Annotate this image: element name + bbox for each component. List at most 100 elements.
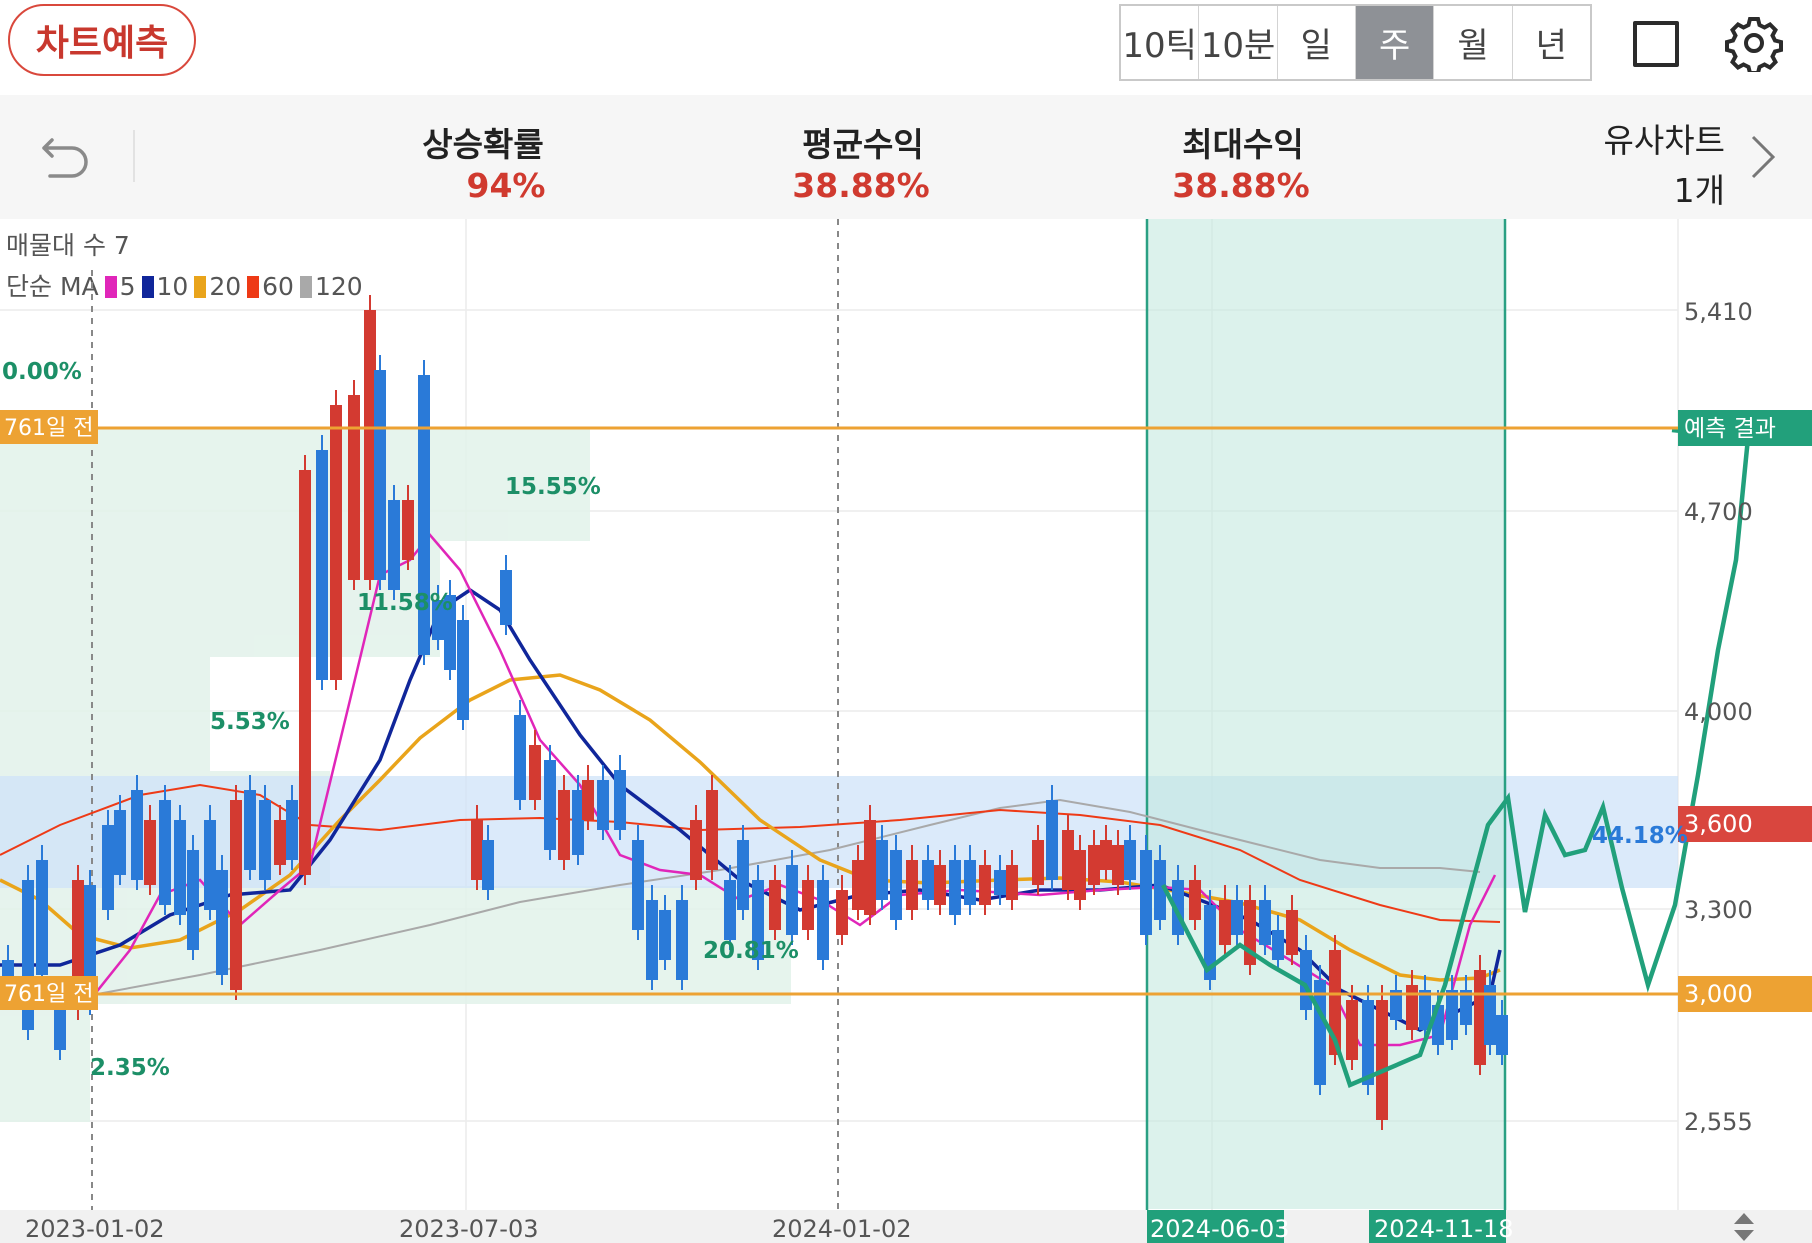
candle <box>1032 840 1044 885</box>
candle <box>676 900 688 980</box>
candle <box>1259 900 1271 945</box>
candle <box>1346 1000 1358 1060</box>
candle <box>1231 900 1243 935</box>
volume-pct: 2.35% <box>90 1055 170 1081</box>
candle <box>1046 800 1058 880</box>
y-tick: 5,410 <box>1684 298 1753 326</box>
average-return-label: 평균수익 <box>802 125 924 164</box>
support-price-label: 3,000 <box>1684 980 1753 1008</box>
candle <box>706 790 718 870</box>
volume-pct: 20.81% <box>703 938 799 964</box>
volume-pct: 11.58% <box>357 590 453 616</box>
candle <box>174 820 186 915</box>
candle <box>934 865 946 905</box>
highlight-end-date: 2024-11-18 <box>1374 1215 1513 1243</box>
price-chart[interactable]: 5,410 4,700 4,000 3,300 2,555 예측 결과 3,60… <box>0 219 1812 1243</box>
candle <box>737 840 749 910</box>
candle <box>1140 850 1152 935</box>
max-return-label: 최대수익 <box>1182 125 1304 164</box>
candle <box>114 810 126 875</box>
similar-chart-label[interactable]: 유사차트 <box>1580 114 1725 162</box>
current-price-label: 3,600 <box>1684 810 1753 838</box>
candle <box>529 745 541 800</box>
match-pct: 44.18% <box>1592 823 1688 849</box>
candle <box>1006 865 1018 900</box>
candle <box>786 865 798 935</box>
candle <box>1446 990 1458 1040</box>
candle <box>1300 950 1312 1010</box>
x-tick: 2023-01-02 <box>25 1215 164 1243</box>
candle <box>836 890 848 935</box>
candle <box>876 840 888 900</box>
rise-probability-label: 상승확률 <box>422 125 544 164</box>
candle <box>402 500 414 560</box>
chevron-right-icon[interactable] <box>1748 132 1778 182</box>
candle <box>1219 900 1231 945</box>
candle <box>1272 930 1284 960</box>
tab-day[interactable]: 일 <box>1278 6 1356 79</box>
candle <box>1189 880 1201 920</box>
similar-chart-count[interactable]: 1개 <box>1600 164 1725 212</box>
candle <box>159 800 171 905</box>
candle <box>244 790 256 870</box>
candle <box>1062 830 1074 890</box>
candle <box>500 570 512 625</box>
candle <box>482 840 494 890</box>
candle <box>187 850 199 950</box>
candle <box>374 370 386 580</box>
fullscreen-icon[interactable] <box>1633 21 1679 67</box>
candle <box>1286 910 1298 955</box>
tab-10min[interactable]: 10분 <box>1199 6 1278 79</box>
candle <box>614 770 626 830</box>
candle <box>330 405 342 680</box>
candle <box>1362 1000 1374 1085</box>
candle <box>348 395 360 580</box>
candle <box>659 910 671 960</box>
rise-probability-value: 94% <box>466 166 546 205</box>
candle <box>514 715 526 800</box>
period-tabs: 10틱 10분 일 주 월 년 <box>1119 4 1592 81</box>
candle <box>1100 840 1112 870</box>
candle <box>1376 1000 1388 1120</box>
candle <box>994 870 1006 895</box>
candle <box>1088 845 1100 885</box>
back-icon[interactable] <box>38 126 94 182</box>
candle <box>316 450 328 680</box>
gear-icon[interactable] <box>1725 14 1783 72</box>
candle <box>964 860 976 905</box>
chart-predict-button[interactable]: 차트예측 <box>8 4 196 76</box>
tab-month[interactable]: 월 <box>1434 6 1513 79</box>
y-tick: 2,555 <box>1684 1108 1753 1136</box>
day-label: 761일 전 <box>4 982 93 1007</box>
candle <box>204 820 216 910</box>
candle <box>544 760 556 850</box>
divider <box>133 130 135 182</box>
candle <box>1074 850 1086 900</box>
tab-week[interactable]: 주 <box>1355 6 1435 79</box>
volume-pct: 0.00% <box>2 359 82 385</box>
tab-year[interactable]: 년 <box>1513 6 1590 79</box>
candle <box>1496 1015 1508 1055</box>
y-tick: 4,000 <box>1684 698 1753 726</box>
y-tick: 4,700 <box>1684 498 1753 526</box>
candle <box>597 780 609 830</box>
candle <box>802 880 814 930</box>
candle <box>632 840 644 930</box>
candle <box>286 800 298 860</box>
candle <box>922 860 934 900</box>
candle <box>388 500 400 590</box>
candle <box>690 820 702 880</box>
average-return-value: 38.88% <box>792 166 930 205</box>
max-return-value: 38.88% <box>1172 166 1310 205</box>
candle <box>817 880 829 960</box>
candle <box>646 900 658 980</box>
candle <box>299 470 311 875</box>
candle <box>274 820 286 865</box>
y-tick: 3,300 <box>1684 896 1753 924</box>
tab-10tick[interactable]: 10틱 <box>1121 6 1200 79</box>
candle <box>1406 985 1418 1030</box>
candle <box>471 820 483 880</box>
candle <box>36 860 48 975</box>
candle <box>216 870 228 975</box>
candle <box>102 825 114 910</box>
